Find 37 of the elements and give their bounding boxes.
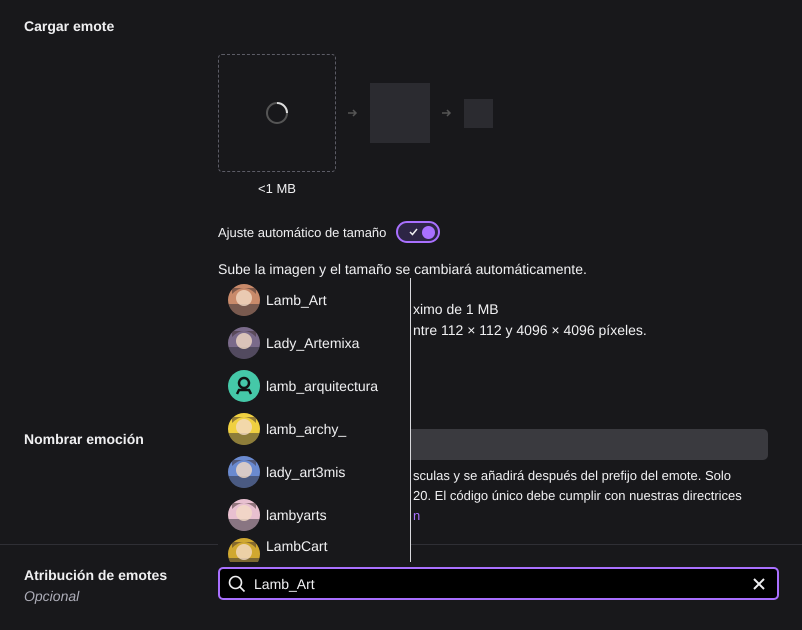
username: lamb_archy_ (266, 420, 346, 436)
section-title: Nombrar emoción (23, 430, 145, 447)
username: Lamb_Art (266, 292, 327, 308)
toggle-label: Ajuste automático de tamaño (218, 224, 386, 240)
suggestion-item[interactable]: lamb_archy_ (218, 407, 410, 450)
search-field[interactable]: Lamb_Art (218, 567, 779, 600)
close-icon (753, 578, 765, 590)
username: lambyarts (266, 506, 327, 522)
suggestion-item[interactable]: lady_art3mis (218, 450, 410, 493)
guidelines-link[interactable]: n (413, 508, 420, 523)
upload-dropzone[interactable] (218, 54, 336, 172)
check-icon (409, 228, 418, 236)
username: Lady_Artemixa (266, 334, 360, 350)
username: lamb_arquitectura (266, 378, 378, 394)
suggestion-item[interactable]: lamb_arquitectura (218, 364, 410, 407)
username: LambCart (266, 538, 328, 554)
clear-button[interactable] (753, 578, 765, 590)
suggestion-item[interactable]: Lamb_Art (218, 278, 410, 321)
search-icon (228, 574, 246, 592)
search-input[interactable]: Lamb_Art (254, 576, 745, 592)
help-text: 20. El código único debe cumplir con nuestras directrices (413, 487, 742, 505)
spinner-icon (265, 101, 289, 125)
username: lady_art3mis (266, 464, 346, 480)
description-text: Sube la imagen y el tamaño se cambiará automáticamente. (218, 261, 587, 277)
optional-label: Opcional (24, 588, 80, 604)
hint-text: ntre 112 × 112 y 4096 × 4096 píxeles. (413, 321, 647, 340)
auto-resize-toggle[interactable] (396, 221, 440, 243)
arrow-icon (442, 109, 452, 117)
help-text: sculas y se añadirá después del prefijo del emote. Solo (413, 467, 731, 485)
suggestion-item[interactable]: Lady_Artemixa (218, 321, 410, 364)
suggestion-item[interactable]: lambyarts (218, 493, 410, 536)
size-limit: <1 MB (257, 181, 297, 196)
suggestion-item[interactable]: LambCart (218, 536, 410, 562)
section-title: Cargar emote (23, 18, 116, 34)
section-title: Atribución de emotes (24, 567, 168, 583)
hint-text: ximo de 1 MB (413, 300, 499, 319)
arrow-icon (348, 109, 358, 117)
